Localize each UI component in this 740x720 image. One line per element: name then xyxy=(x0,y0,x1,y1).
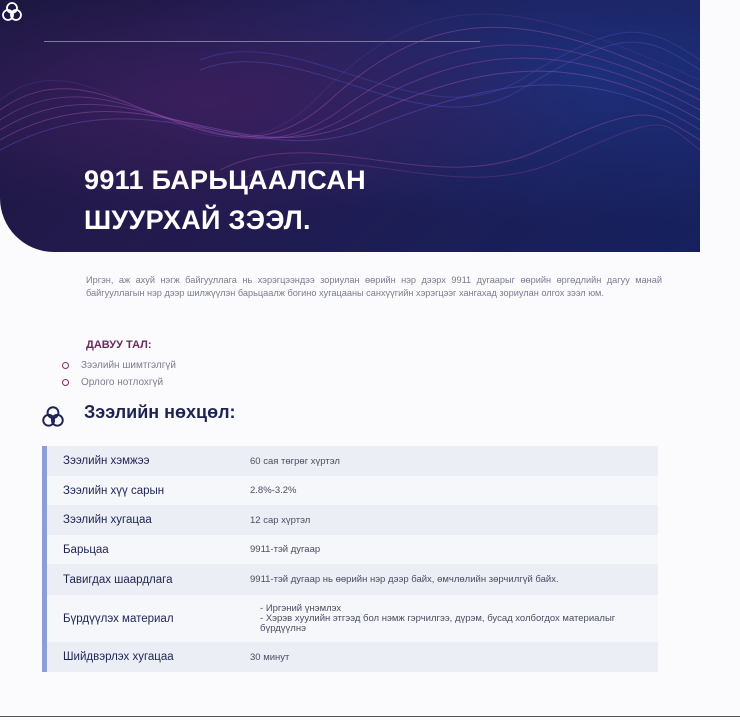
knot-logo-icon xyxy=(2,2,22,21)
advantages-list: Зээлийн шимтгэлгүй Орлого нотлохгүй xyxy=(62,357,176,391)
row-label: Зээлийн хүү сарын xyxy=(42,476,234,505)
table-row: Тавигдах шаардлага 9911-тэй дугаар нь өө… xyxy=(42,564,658,595)
row-label: Зээлийн хугацаа xyxy=(42,505,234,535)
material-item: Иргэний үнэмлэх xyxy=(260,603,654,614)
row-value: 9911-тэй дугаар xyxy=(234,535,658,564)
advantage-item: Зээлийн шимтгэлгүй xyxy=(62,357,176,374)
material-item: Хэрэв хуулийн этгээд бол нэмж гэрчилгээ,… xyxy=(260,613,654,634)
knot-section-icon xyxy=(42,406,64,427)
advantage-text: Орлого нотлохгүй xyxy=(81,377,164,388)
table-row: Зээлийн хэмжээ 60 сая төгрөг хүртэл xyxy=(42,446,658,476)
row-value-list: Иргэний үнэмлэх Хэрэв хуулийн этгээд бол… xyxy=(234,595,658,642)
title-line-1: 9911 БАРЬЦААЛСАН xyxy=(84,165,366,195)
row-label: Бүрдүүлэх материал xyxy=(42,595,234,642)
title-line-2: ШУУРХАЙ ЗЭЭЛ. xyxy=(84,205,311,235)
row-label: Барьцаа xyxy=(42,535,234,564)
header-rule xyxy=(44,41,480,42)
row-value: 60 сая төгрөг хүртэл xyxy=(234,446,658,476)
ring-bullet-icon xyxy=(62,379,69,386)
page-title: 9911 БАРЬЦААЛСАН ШУУРХАЙ ЗЭЭЛ. xyxy=(84,160,366,240)
advantage-item: Орлого нотлохгүй xyxy=(62,374,176,391)
advantages-heading: ДАВУУ ТАЛ: xyxy=(86,339,152,351)
table-row: Барьцаа 9911-тэй дугаар xyxy=(42,535,658,564)
intro-paragraph: Иргэн, аж ахуй нэгж байгууллага нь хэрэг… xyxy=(86,275,662,298)
page-bottom-rule xyxy=(0,716,740,717)
table-row: Шийдвэрлэх хугацаа 30 минут xyxy=(42,642,658,672)
row-value: 9911-тэй дугаар нь өөрийн нэр дээр байх,… xyxy=(234,564,658,595)
row-value: 30 минут xyxy=(234,642,658,672)
table-row: Бүрдүүлэх материал Иргэний үнэмлэх Хэрэв… xyxy=(42,595,658,642)
advantage-text: Зээлийн шимтгэлгүй xyxy=(81,360,176,371)
table-row: Зээлийн хугацаа 12 сар хүртэл xyxy=(42,505,658,535)
table-row: Зээлийн хүү сарын 2.8%-3.2% xyxy=(42,476,658,505)
row-label: Тавигдах шаардлага xyxy=(42,564,234,595)
hero-banner: 9911 БАРЬЦААЛСАН ШУУРХАЙ ЗЭЭЛ. xyxy=(0,0,700,252)
conditions-table: Зээлийн хэмжээ 60 сая төгрөг хүртэл Зээл… xyxy=(42,446,660,672)
ring-bullet-icon xyxy=(62,362,69,369)
conditions-heading: Зээлийн нөхцөл: xyxy=(84,402,236,422)
row-label: Зээлийн хэмжээ xyxy=(42,446,234,476)
row-value: 2.8%-3.2% xyxy=(234,476,658,505)
row-value: 12 сар хүртэл xyxy=(234,505,658,535)
row-label: Шийдвэрлэх хугацаа xyxy=(42,642,234,672)
